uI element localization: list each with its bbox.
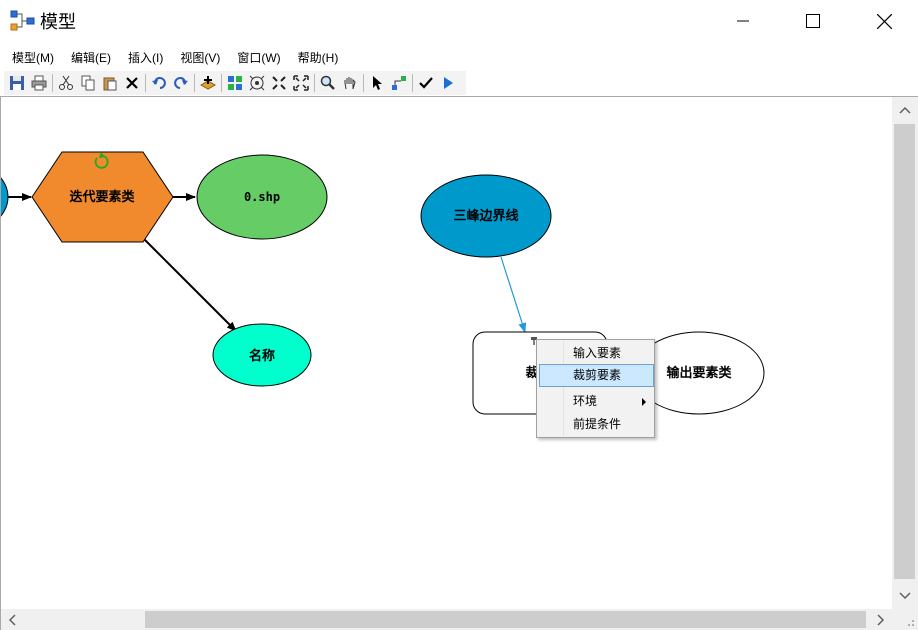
cut-icon[interactable]: [55, 72, 77, 94]
connector-iterator-to-name[interactable]: [142, 237, 237, 332]
run-icon[interactable]: [437, 72, 459, 94]
context-menu: 输入要素 裁剪要素 环境 前提条件: [536, 339, 655, 438]
menu-insert[interactable]: 插入(I): [122, 49, 169, 66]
menu-help[interactable]: 帮助(H): [292, 49, 345, 66]
scroll-up-icon[interactable]: [892, 97, 918, 123]
connect-icon[interactable]: [388, 72, 410, 94]
boundary-label: 三峰边界线: [453, 208, 518, 224]
offscreen-input-node[interactable]: [1, 161, 9, 233]
toolbar-separator: [314, 74, 315, 92]
save-icon[interactable]: [6, 72, 28, 94]
vertical-scroll-thumb[interactable]: [894, 124, 915, 579]
scroll-left-icon[interactable]: [1, 609, 23, 630]
horizontal-scrollbar[interactable]: [1, 609, 892, 630]
select-icon[interactable]: [366, 72, 388, 94]
toolbar: [4, 71, 466, 95]
undo-icon[interactable]: [148, 72, 170, 94]
menu-view[interactable]: 视图(V): [174, 49, 226, 66]
copy-icon[interactable]: [77, 72, 99, 94]
add-data-icon[interactable]: [197, 72, 219, 94]
zoom-in-fixed-icon[interactable]: [268, 72, 290, 94]
delete-icon[interactable]: [121, 72, 143, 94]
model-app-icon: [10, 9, 36, 33]
output-shp-label: 0.shp: [244, 190, 280, 204]
connector-boundary-to-clip[interactable]: [500, 256, 527, 333]
close-button[interactable]: [861, 0, 907, 42]
full-extent-icon[interactable]: [246, 72, 268, 94]
context-item-environment[interactable]: 环境: [539, 390, 654, 413]
scroll-right-icon[interactable]: [870, 609, 892, 630]
pan-icon[interactable]: [339, 72, 361, 94]
window-title: 模型: [40, 12, 76, 33]
print-icon[interactable]: [28, 72, 50, 94]
context-item-input-features[interactable]: 输入要素: [539, 342, 654, 365]
auto-layout-icon[interactable]: [224, 72, 246, 94]
context-item-environment-label: 环境: [573, 394, 598, 408]
zoom-icon[interactable]: [317, 72, 339, 94]
menu-model[interactable]: 模型(M): [6, 49, 60, 66]
name-label: 名称: [249, 348, 275, 364]
context-item-clip-features[interactable]: 裁剪要素: [539, 364, 654, 387]
toolbar-separator: [412, 74, 413, 92]
resize-grip-icon[interactable]: [892, 609, 918, 630]
toolbar-separator: [194, 74, 195, 92]
toolbar-separator: [52, 74, 53, 92]
horizontal-scroll-thumb[interactable]: [145, 611, 866, 628]
redo-icon[interactable]: [170, 72, 192, 94]
model-canvas[interactable]: 迭代要素类 0.shp 名称 三峰边界线 输出要素类 裁: [0, 96, 918, 630]
output-fc-label: 输出要素类: [666, 365, 732, 381]
paste-icon[interactable]: [99, 72, 121, 94]
context-item-preconditions[interactable]: 前提条件: [539, 413, 654, 436]
toolbar-separator: [221, 74, 222, 92]
menu-edit[interactable]: 编辑(E): [65, 49, 117, 66]
submenu-arrow-icon: [642, 398, 646, 406]
menu-bar: 模型(M) 编辑(E) 插入(I) 视图(V) 窗口(W) 帮助(H): [0, 45, 918, 69]
maximize-button[interactable]: [790, 0, 836, 42]
iterator-label: 迭代要素类: [69, 189, 135, 205]
menu-window[interactable]: 窗口(W): [231, 49, 286, 66]
vertical-scrollbar[interactable]: [892, 97, 918, 609]
toolbar-separator: [145, 74, 146, 92]
title-bar: 模型: [0, 0, 918, 42]
scroll-down-icon[interactable]: [892, 583, 918, 609]
toolbar-separator: [363, 74, 364, 92]
minimize-button[interactable]: [720, 0, 766, 42]
validate-icon[interactable]: [415, 72, 437, 94]
zoom-out-fixed-icon[interactable]: [290, 72, 312, 94]
model-diagram: 迭代要素类 0.shp 名称 三峰边界线 输出要素类 裁: [1, 151, 765, 415]
